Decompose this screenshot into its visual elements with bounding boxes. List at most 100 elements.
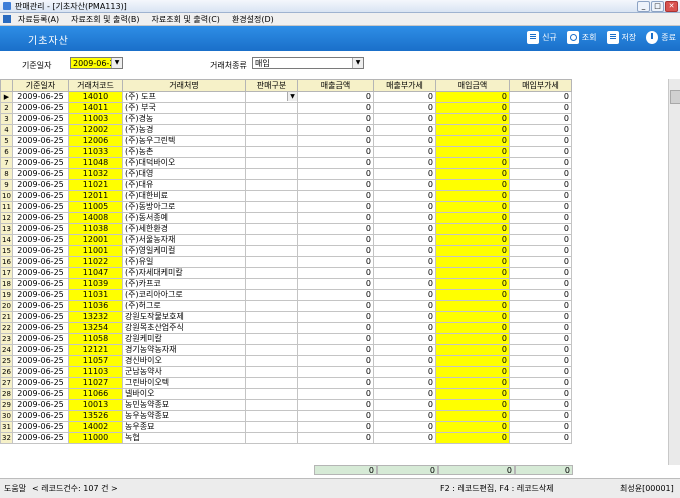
cell-code[interactable]: 11103: [68, 366, 123, 378]
cell-sales-amount[interactable]: 0: [297, 135, 374, 147]
cell-name[interactable]: (주)세한환경: [122, 223, 246, 235]
cell-name[interactable]: (주)자세대케미칼: [122, 267, 246, 279]
table-row[interactable]: 6 2009-06-25 11033 (주)농촌 0 0 0 0: [0, 146, 572, 158]
cell-sales-amount[interactable]: 0: [297, 432, 374, 444]
table-row[interactable]: 15 2009-06-25 11001 (주)영일케미컬 0 0 0 0: [0, 245, 572, 257]
cell-code[interactable]: 13254: [68, 322, 123, 334]
table-row[interactable]: 13 2009-06-25 11038 (주)세한환경 0 0 0 0: [0, 223, 572, 235]
cell-sales-type[interactable]: [245, 377, 298, 389]
cell-purchase-vat[interactable]: 0: [509, 256, 572, 268]
table-row[interactable]: 28 2009-06-25 11066 넬바이오 0 0 0 0: [0, 388, 572, 400]
cell-code[interactable]: 12002: [68, 124, 123, 136]
cell-sales-vat[interactable]: 0: [373, 421, 436, 433]
cell-name[interactable]: (주)영일케미컬: [122, 245, 246, 257]
cell-name[interactable]: (주)허그로: [122, 300, 246, 312]
cell-sales-amount[interactable]: 0: [297, 190, 374, 202]
cell-purchase-amount[interactable]: 0: [435, 300, 510, 312]
cell-purchase-vat[interactable]: 0: [509, 234, 572, 246]
cell-sales-vat[interactable]: 0: [373, 91, 436, 103]
cell-code[interactable]: 12001: [68, 234, 123, 246]
column-header-purchase-amount[interactable]: 매입금액: [435, 79, 510, 92]
cell-sales-type[interactable]: [245, 289, 298, 301]
cell-sales-vat[interactable]: 0: [373, 190, 436, 202]
column-header-code[interactable]: 거래처코드: [68, 79, 123, 92]
cell-date[interactable]: 2009-06-25: [12, 377, 69, 389]
cell-date[interactable]: 2009-06-25: [12, 311, 69, 323]
cell-purchase-amount[interactable]: 0: [435, 135, 510, 147]
cell-code[interactable]: 11027: [68, 377, 123, 389]
cell-sales-type[interactable]: [245, 157, 298, 169]
cell-sales-vat[interactable]: 0: [373, 300, 436, 312]
table-row[interactable]: 23 2009-06-25 11058 강원케미칼 0 0 0 0: [0, 333, 572, 345]
cell-name[interactable]: 농우종묘: [122, 421, 246, 433]
cell-date[interactable]: 2009-06-25: [12, 234, 69, 246]
cell-name[interactable]: (주)서울농자재: [122, 234, 246, 246]
cell-code[interactable]: 12011: [68, 190, 123, 202]
cell-code[interactable]: 11021: [68, 179, 123, 191]
cell-date[interactable]: 2009-06-25: [12, 113, 69, 125]
cell-purchase-vat[interactable]: 0: [509, 124, 572, 136]
cell-purchase-amount[interactable]: 0: [435, 234, 510, 246]
cell-sales-amount[interactable]: 0: [297, 377, 374, 389]
cell-sales-amount[interactable]: 0: [297, 399, 374, 411]
cell-purchase-vat[interactable]: 0: [509, 168, 572, 180]
table-row[interactable]: 14 2009-06-25 12001 (주)서울농자재 0 0 0 0: [0, 234, 572, 246]
table-row[interactable]: 2 2009-06-25 14011 (주) 부국 0 0 0 0: [0, 102, 572, 114]
table-row[interactable]: 22 2009-06-25 13254 강원목초산업주식 0 0 0 0: [0, 322, 572, 334]
cell-purchase-amount[interactable]: 0: [435, 190, 510, 202]
cell-code[interactable]: 11031: [68, 289, 123, 301]
cell-sales-amount[interactable]: 0: [297, 421, 374, 433]
cell-sales-amount[interactable]: 0: [297, 212, 374, 224]
cell-sales-amount[interactable]: 0: [297, 168, 374, 180]
cell-purchase-vat[interactable]: 0: [509, 355, 572, 367]
scrollbar-thumb[interactable]: [670, 90, 680, 104]
cell-date[interactable]: 2009-06-25: [12, 256, 69, 268]
cell-sales-amount[interactable]: 0: [297, 113, 374, 125]
cell-sales-vat[interactable]: 0: [373, 201, 436, 213]
table-row[interactable]: 17 2009-06-25 11047 (주)자세대케미칼 0 0 0 0: [0, 267, 572, 279]
search-button[interactable]: 조회: [566, 31, 597, 44]
cell-purchase-vat[interactable]: 0: [509, 366, 572, 378]
cell-sales-vat[interactable]: 0: [373, 388, 436, 400]
cell-name[interactable]: (주)코리아아그로: [122, 289, 246, 301]
minimize-button[interactable]: _: [637, 1, 650, 12]
table-row[interactable]: 27 2009-06-25 11027 그린바이오텍 0 0 0 0: [0, 377, 572, 389]
cell-date[interactable]: 2009-06-25: [12, 421, 69, 433]
table-row[interactable]: 9 2009-06-25 11021 (주)대유 0 0 0 0: [0, 179, 572, 191]
table-row[interactable]: 20 2009-06-25 11036 (주)허그로 0 0 0 0: [0, 300, 572, 312]
cell-purchase-amount[interactable]: 0: [435, 168, 510, 180]
cell-sales-vat[interactable]: 0: [373, 289, 436, 301]
cell-purchase-amount[interactable]: 0: [435, 388, 510, 400]
cell-purchase-amount[interactable]: 0: [435, 267, 510, 279]
cell-date[interactable]: 2009-06-25: [12, 388, 69, 400]
cell-name[interactable]: 경기농약농자재: [122, 344, 246, 356]
cell-sales-amount[interactable]: 0: [297, 146, 374, 158]
new-button[interactable]: 신규: [527, 31, 557, 44]
cell-sales-type[interactable]: [245, 311, 298, 323]
cell-date[interactable]: 2009-06-25: [12, 168, 69, 180]
cell-name[interactable]: (주)경농: [122, 113, 246, 125]
cell-sales-type[interactable]: [245, 113, 298, 125]
cell-sales-type[interactable]: [245, 212, 298, 224]
date-select[interactable]: 2009-06-25 ▼: [70, 57, 123, 69]
table-row[interactable]: 12 2009-06-25 14008 (주)동서종예 0 0 0 0: [0, 212, 572, 224]
cell-name[interactable]: 녹협: [122, 432, 246, 444]
cell-sales-type[interactable]: [245, 234, 298, 246]
table-row[interactable]: 19 2009-06-25 11031 (주)코리아아그로 0 0 0 0: [0, 289, 572, 301]
cell-name[interactable]: (주)유일: [122, 256, 246, 268]
cell-sales-type[interactable]: [245, 168, 298, 180]
cell-sales-amount[interactable]: 0: [297, 256, 374, 268]
cell-purchase-amount[interactable]: 0: [435, 223, 510, 235]
cell-sales-amount[interactable]: 0: [297, 91, 374, 103]
cell-purchase-vat[interactable]: 0: [509, 190, 572, 202]
cell-sales-amount[interactable]: 0: [297, 355, 374, 367]
cell-sales-amount[interactable]: 0: [297, 333, 374, 345]
cell-sales-type[interactable]: ▼: [245, 91, 298, 103]
cell-date[interactable]: 2009-06-25: [12, 322, 69, 334]
cell-purchase-vat[interactable]: 0: [509, 179, 572, 191]
table-row[interactable]: 10 2009-06-25 12011 (주)대한비료 0 0 0 0: [0, 190, 572, 202]
cell-date[interactable]: 2009-06-25: [12, 399, 69, 411]
cell-sales-vat[interactable]: 0: [373, 102, 436, 114]
cell-code[interactable]: 12121: [68, 344, 123, 356]
table-row[interactable]: ▶ 2009-06-25 14010 (주) 도프 ▼ 0 0 0 0: [0, 91, 572, 103]
